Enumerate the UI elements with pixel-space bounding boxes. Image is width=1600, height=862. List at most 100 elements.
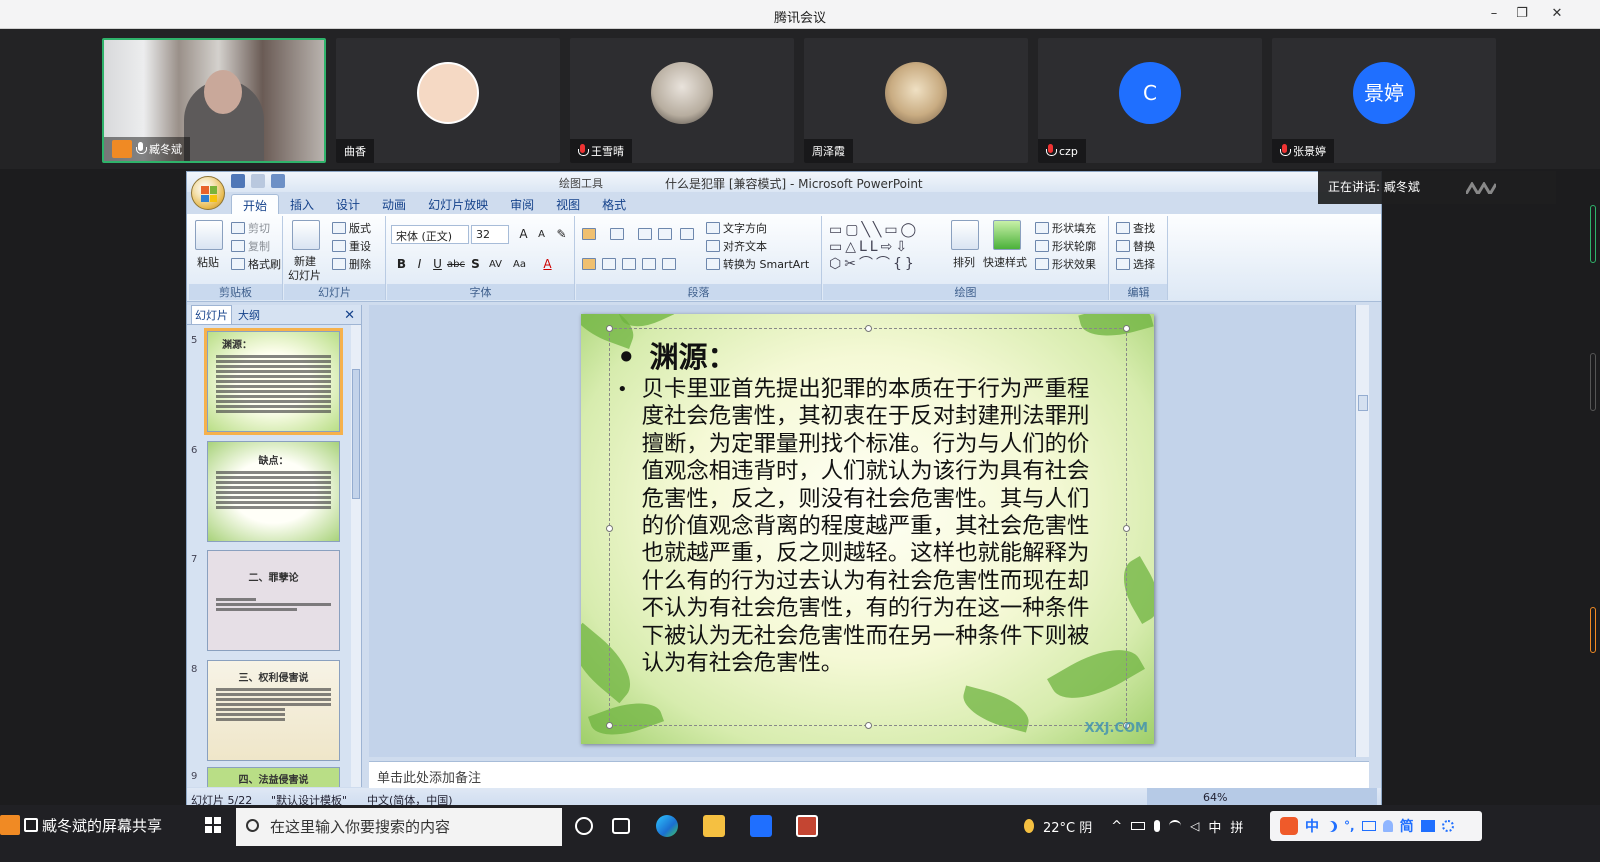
punctuation-icon[interactable]: °, <box>1344 819 1355 833</box>
cut-button[interactable]: 剪切 <box>231 220 270 236</box>
slide-title[interactable]: • 渊源： <box>617 334 737 376</box>
new-slide-icon[interactable] <box>292 220 320 250</box>
slide-thumbnail[interactable]: 渊源： <box>204 328 343 435</box>
shrink-font-icon[interactable]: A <box>533 226 550 243</box>
line-spacing-icon[interactable] <box>680 228 694 240</box>
shadow-icon[interactable]: S <box>467 256 484 273</box>
task-view-icon[interactable] <box>612 818 630 834</box>
close-icon[interactable]: ✕ <box>1545 4 1569 24</box>
find-button[interactable]: 查找 <box>1116 220 1155 236</box>
slide-thumbnail[interactable]: 四、法益侵害说 <box>207 767 340 787</box>
settings-icon[interactable] <box>1441 820 1454 832</box>
slide-thumbnail[interactable]: 三、权利侵害说 <box>207 660 340 761</box>
align-text-button[interactable]: 对齐文本 <box>706 238 767 254</box>
mic-icon[interactable] <box>1154 820 1161 832</box>
participant-tile[interactable]: 周泽霞 <box>804 38 1028 163</box>
shapes-gallery[interactable]: ▭▢╲╲▭◯ ▭△ᒪᒪ⇨⇩ ⬡✂⌒⌒{} <box>829 222 941 274</box>
cortana-icon[interactable] <box>575 817 593 835</box>
moon-icon[interactable] <box>1326 821 1337 832</box>
tab-slides[interactable]: 幻灯片 <box>191 304 232 325</box>
ime-simplified[interactable]: 简 <box>1400 816 1414 836</box>
shape-fill-button[interactable]: 形状填充 <box>1035 220 1096 236</box>
select-button[interactable]: 选择 <box>1116 256 1155 272</box>
tab-view[interactable]: 视图 <box>545 194 591 214</box>
weather-text[interactable]: 22°C 阴 <box>1043 817 1092 836</box>
tab-outline[interactable]: 大纲 <box>238 307 260 323</box>
save-icon[interactable] <box>231 174 245 188</box>
paste-icon[interactable] <box>195 220 223 250</box>
char-spacing-icon[interactable]: AV <box>487 256 504 273</box>
smartart-button[interactable]: 转换为 SmartArt <box>706 256 809 272</box>
reset-button[interactable]: 重设 <box>332 238 371 254</box>
restore-icon[interactable]: ❐ <box>1510 4 1534 24</box>
justify-icon[interactable] <box>642 258 656 270</box>
minimize-icon[interactable]: – <box>1482 4 1506 24</box>
participant-tile[interactable]: 臧冬斌 <box>102 38 326 163</box>
copy-button[interactable]: 复制 <box>231 238 270 254</box>
grow-font-icon[interactable]: A <box>515 226 532 243</box>
numbering-icon[interactable] <box>610 228 624 240</box>
participant-tile[interactable]: 景婷 张景婷 <box>1272 38 1496 163</box>
slide[interactable]: • 渊源： • 贝卡里亚首先提出犯罪的本质在于行为严重程度社会危害性，其初衷在于反… <box>581 314 1154 744</box>
tab-animation[interactable]: 动画 <box>371 194 417 214</box>
quick-styles-button[interactable]: 快速样式 <box>983 254 1027 270</box>
bold-icon[interactable]: B <box>393 256 410 273</box>
tab-home[interactable]: 开始 <box>231 194 280 214</box>
text-direction-button[interactable]: 文字方向 <box>706 220 767 236</box>
delete-button[interactable]: 删除 <box>332 256 371 272</box>
close-icon[interactable]: ✕ <box>344 308 355 323</box>
slide-thumbnail-row[interactable]: 9 四、法益侵害说 <box>187 767 352 787</box>
paste-button[interactable]: 粘贴 <box>197 254 219 270</box>
slide-thumbnail-row[interactable]: 5 渊源： <box>187 328 352 436</box>
ime-zh[interactable]: 中 <box>1305 816 1319 836</box>
bullets-icon[interactable] <box>582 228 596 240</box>
file-explorer-icon[interactable] <box>703 815 725 837</box>
ime-language[interactable]: 中 <box>1208 817 1221 836</box>
keyboard-icon[interactable] <box>1361 821 1376 831</box>
decrease-indent-icon[interactable] <box>638 228 652 240</box>
arrange-icon[interactable] <box>951 220 979 250</box>
align-center-icon[interactable] <box>602 258 616 270</box>
ime-mode[interactable]: 拼 <box>1230 817 1243 836</box>
redo-icon[interactable] <box>271 174 285 188</box>
slide-thumbnail[interactable]: 缺点： <box>207 441 340 542</box>
strikethrough-icon[interactable]: abc <box>447 256 465 273</box>
chevron-up-icon[interactable]: ^ <box>1111 819 1122 834</box>
tencent-meeting-icon[interactable] <box>750 815 772 837</box>
slide-thumbnail-row[interactable]: 8 三、权利侵害说 <box>187 660 352 765</box>
volume-icon[interactable]: ◁ <box>1190 819 1199 833</box>
office-button-icon[interactable] <box>191 176 225 210</box>
layout-button[interactable]: 版式 <box>332 220 371 236</box>
arrange-button[interactable]: 排列 <box>953 254 975 270</box>
tab-review[interactable]: 审阅 <box>499 194 545 214</box>
slide-thumbnail[interactable]: 二、罪孽论 <box>207 550 340 651</box>
tab-insert[interactable]: 插入 <box>279 194 325 214</box>
increase-indent-icon[interactable] <box>658 228 672 240</box>
participant-tile[interactable]: C czp <box>1038 38 1262 163</box>
font-size-select[interactable]: 32 <box>471 225 509 244</box>
network-icon[interactable] <box>1169 820 1182 832</box>
side-slider[interactable] <box>1590 353 1596 411</box>
underline-icon[interactable]: U <box>429 256 446 273</box>
ime-toolbar[interactable]: 中 °, 简 <box>1270 811 1482 841</box>
font-color-icon[interactable]: A <box>539 256 556 273</box>
italic-icon[interactable]: I <box>411 256 428 273</box>
windows-start-icon[interactable] <box>205 817 221 833</box>
taskbar-search-input[interactable]: 在这里输入你要搜索的内容 <box>236 808 562 846</box>
powerpoint-icon[interactable] <box>796 815 818 837</box>
tab-format[interactable]: 格式 <box>591 194 637 214</box>
pane-scrollbar[interactable] <box>351 325 361 787</box>
screen-share-indicator[interactable]: 臧冬斌的屏幕共享 <box>0 813 162 837</box>
shape-effects-button[interactable]: 形状效果 <box>1035 256 1096 272</box>
replace-button[interactable]: 替换 <box>1116 238 1155 254</box>
font-name-select[interactable]: 宋体 (正文) <box>391 225 469 244</box>
side-slider[interactable] <box>1590 607 1596 653</box>
slide-body-text[interactable]: • 贝卡里亚首先提出犯罪的本质在于行为严重程度社会危害性，其初衷在于反对封建刑法… <box>617 376 1111 677</box>
slide-thumbnail-row[interactable]: 7 二、罪孽论 <box>187 550 352 655</box>
new-slide-button-line2[interactable]: 幻灯片 <box>288 267 321 283</box>
shape-outline-button[interactable]: 形状轮廓 <box>1035 238 1096 254</box>
align-right-icon[interactable] <box>622 258 636 270</box>
person-icon[interactable] <box>1382 820 1393 832</box>
participant-tile[interactable]: 曲香 <box>336 38 560 163</box>
canvas-scrollbar[interactable] <box>1355 305 1369 757</box>
